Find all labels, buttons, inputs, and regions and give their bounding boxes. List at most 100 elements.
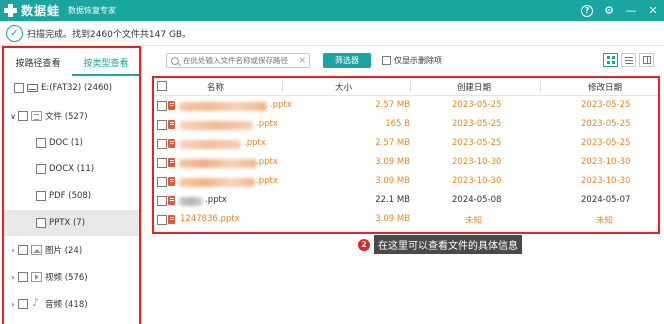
app-subtitle: 数据恢复专家 [68, 6, 117, 15]
row-checkbox[interactable] [157, 139, 167, 149]
table-row[interactable]: 1247836.pptx 3.09 MB 未知 未知 [152, 211, 660, 230]
only-deleted-toggle[interactable]: 仅显示删除项 [382, 55, 442, 66]
search-box[interactable]: × [166, 53, 310, 68]
file-name: .pptx [244, 138, 266, 148]
tree-checkbox[interactable] [14, 83, 24, 93]
pptx-file-icon [168, 215, 175, 224]
app-logo-icon [4, 4, 17, 17]
sidebar: 按路径查看 按类型查看 E:(FAT32) (2460) ∨ 文件 (527) … [0, 46, 142, 324]
file-modified-date: 2023-10-30 [581, 176, 631, 186]
gear-icon: ⚙ [604, 4, 614, 17]
chevron-down-icon[interactable]: ∨ [8, 112, 18, 121]
clear-search-icon[interactable]: × [298, 56, 306, 66]
column-header-size[interactable]: 大小 [335, 81, 352, 93]
tree-checkbox[interactable] [18, 299, 28, 309]
tree-checkbox[interactable] [36, 191, 46, 201]
tree-item-label: E:(FAT32) (2460) [41, 83, 113, 93]
table-row[interactable]: .pptx 165 B 2023-05-25 2023-05-25 [152, 116, 660, 135]
audio-icon [31, 296, 42, 309]
row-checkbox[interactable] [157, 196, 167, 206]
help-button[interactable]: ? [576, 0, 598, 21]
tree-item-pptx[interactable]: PPTX (7) [4, 210, 140, 236]
chevron-right-icon[interactable]: › [8, 300, 18, 309]
row-checkbox[interactable] [157, 120, 167, 130]
redacted-filename [179, 102, 267, 111]
close-button[interactable]: ✕ [642, 0, 664, 21]
file-modified-date: 未知 [596, 216, 614, 226]
tab-by-type[interactable]: 按类型查看 [72, 54, 140, 76]
list-view-icon [624, 56, 633, 64]
table-row[interactable]: .pptx 3.09 MB 2023-10-30 2023-10-30 [152, 173, 660, 192]
row-checkbox[interactable] [157, 177, 167, 187]
only-deleted-label: 仅显示删除项 [394, 56, 442, 65]
minimize-button[interactable]: — [620, 0, 642, 21]
tree-item-label: PPTX (7) [49, 218, 86, 228]
app-name: 数据蛙 [21, 4, 61, 18]
table-row[interactable]: .pptx 22.1 MB 2024-05-08 2024-05-07 [152, 192, 660, 211]
tree-item-label: 音频 (418) [45, 300, 88, 310]
file-name: 1247836.pptx [180, 214, 240, 224]
tree-item-images[interactable]: › 图片 (24) [4, 240, 140, 260]
minimize-icon: — [625, 4, 637, 17]
tree-item-label: DOC (1) [49, 138, 83, 148]
tree-checkbox[interactable] [36, 164, 46, 174]
file-created-date: 未知 [465, 216, 483, 226]
grid-view-icon [606, 56, 615, 64]
select-all-checkbox[interactable] [157, 81, 167, 91]
file-modified-date: 2023-05-25 [581, 100, 631, 110]
tree-checkbox[interactable] [18, 111, 28, 121]
detail-view-button[interactable] [639, 53, 654, 67]
view-switcher [600, 53, 654, 67]
filter-button[interactable]: 筛选器 [323, 53, 371, 68]
tree-item-audio[interactable]: › 音频 (418) [4, 294, 140, 314]
column-header-modified[interactable]: 修改日期 [588, 81, 622, 93]
chevron-right-icon[interactable]: › [8, 246, 18, 255]
tree-item-videos[interactable]: › 视频 (576) [4, 267, 140, 287]
table-row[interactable]: .pptx 2.57 MB 2023-05-25 2023-05-25 [152, 135, 660, 154]
search-input[interactable] [183, 56, 299, 65]
file-name: .pptx [205, 195, 227, 205]
column-divider [282, 80, 283, 92]
file-size: 3.09 MB [375, 214, 410, 224]
chevron-right-icon[interactable]: › [8, 273, 18, 282]
pptx-file-icon [168, 120, 175, 129]
file-created-date: 2023-10-30 [452, 176, 502, 186]
search-icon [171, 56, 179, 65]
file-created-date: 2024-05-08 [452, 195, 502, 205]
redacted-filename [179, 140, 241, 149]
column-header-name[interactable]: 名称 [207, 81, 224, 93]
tree-item-doc[interactable]: DOC (1) [4, 133, 140, 153]
table-header: 名称 大小 创建日期 修改日期 [152, 76, 660, 96]
pptx-file-icon [168, 177, 175, 186]
tree-item-drive[interactable]: E:(FAT32) (2460) [4, 78, 140, 98]
settings-button[interactable]: ⚙ [598, 0, 620, 21]
file-size: 165 B [385, 119, 410, 129]
column-divider [540, 80, 541, 92]
tree-checkbox[interactable] [36, 138, 46, 148]
list-view-button[interactable] [621, 53, 636, 67]
file-modified-date: 2023-05-25 [581, 138, 631, 148]
tree-item-label: DOCX (11) [49, 164, 95, 174]
redacted-filename [179, 197, 203, 206]
grid-view-button[interactable] [603, 53, 618, 67]
tab-by-path[interactable]: 按路径查看 [4, 54, 72, 76]
tree-checkbox[interactable] [36, 218, 46, 228]
file-name: .pptx [270, 100, 292, 110]
tree-checkbox[interactable] [18, 272, 28, 282]
row-checkbox[interactable] [157, 158, 167, 168]
document-icon [31, 111, 42, 121]
video-icon [31, 272, 42, 282]
tree-item-documents[interactable]: ∨ 文件 (527) [4, 106, 140, 126]
only-deleted-checkbox[interactable] [382, 56, 391, 65]
column-header-created[interactable]: 创建日期 [457, 81, 491, 93]
tree-item-docx[interactable]: DOCX (11) [4, 159, 140, 179]
pptx-file-icon [168, 196, 175, 205]
tree-checkbox[interactable] [18, 245, 28, 255]
row-checkbox[interactable] [157, 215, 167, 225]
tree-item-pdf[interactable]: PDF (508) [4, 186, 140, 206]
redacted-filename [179, 121, 253, 130]
row-checkbox[interactable] [157, 101, 167, 111]
table-row[interactable]: .pptx 2.57 MB 2023-05-25 2023-05-25 [152, 97, 660, 116]
table-row[interactable]: .pptx 3.09 MB 2023-10-30 2023-10-30 [152, 154, 660, 173]
file-table: 名称 大小 创建日期 修改日期 .pptx 2.57 MB 2023-05-25… [152, 76, 660, 234]
